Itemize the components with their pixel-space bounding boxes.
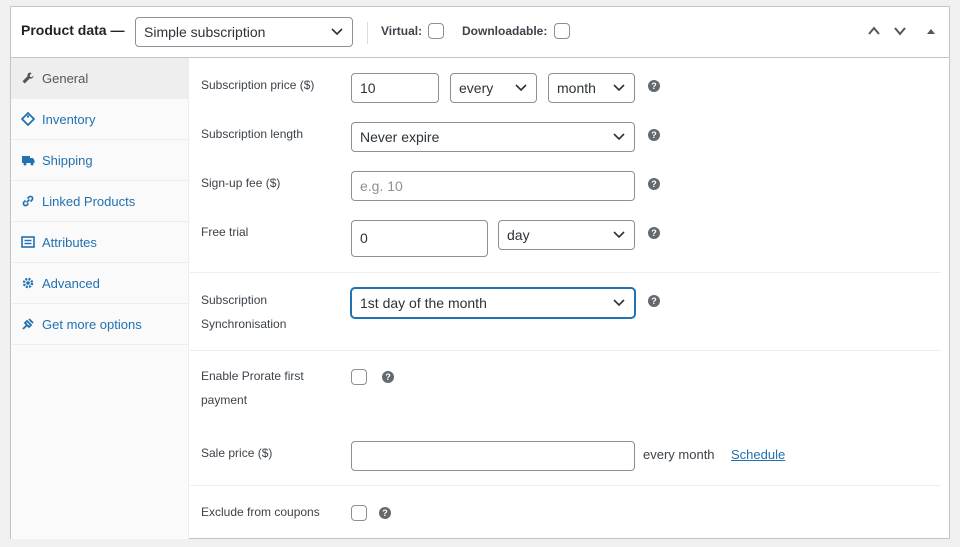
chevron-down-icon <box>613 299 625 307</box>
signup-fee-label: Sign-up fee ($) <box>201 176 281 190</box>
tab-get-more-options[interactable]: Get more options <box>11 304 188 345</box>
help-icon[interactable]: ? <box>648 227 660 239</box>
chevron-down-icon <box>613 133 625 141</box>
panel-header: Product data — Simple subscription Virtu… <box>11 7 949 58</box>
free-trial-label: Free trial <box>201 225 249 239</box>
subscription-price-value: 10 <box>360 80 376 96</box>
billing-interval-value: every <box>459 80 494 96</box>
prorate-checkbox[interactable] <box>351 369 367 385</box>
signup-fee-placeholder: e.g. 10 <box>360 178 403 194</box>
free-trial-value: 0 <box>360 230 368 246</box>
move-down-icon[interactable] <box>893 25 907 37</box>
help-icon[interactable]: ? <box>648 129 660 141</box>
chevron-down-icon <box>331 28 343 36</box>
tag-icon <box>21 112 35 126</box>
tab-label: Get more options <box>42 317 142 332</box>
free-trial-period-select[interactable]: day <box>498 220 635 250</box>
free-trial-period-value: day <box>507 227 530 243</box>
list-icon <box>21 236 35 248</box>
gear-icon <box>22 277 34 289</box>
tab-label: Linked Products <box>42 194 136 209</box>
product-type-select[interactable]: Simple subscription <box>135 17 353 47</box>
plugin-icon <box>22 318 34 330</box>
tab-label: Attributes <box>42 235 97 250</box>
virtual-label: Virtual: <box>381 24 423 38</box>
free-trial-input[interactable]: 0 <box>351 220 488 257</box>
billing-interval-select[interactable]: every <box>450 73 537 103</box>
tab-label: Advanced <box>42 276 100 291</box>
tab-general[interactable]: General <box>11 58 188 99</box>
tab-inventory[interactable]: Inventory <box>11 99 188 140</box>
signup-fee-input[interactable]: e.g. 10 <box>351 171 635 201</box>
panel-title: Product data — <box>21 22 125 38</box>
sync-label-line1: Subscription <box>201 293 268 307</box>
sync-select[interactable]: 1st day of the month <box>351 288 635 318</box>
subscription-length-label: Subscription length <box>201 127 304 141</box>
exclude-coupons-checkbox[interactable] <box>351 505 367 521</box>
exclude-coupons-label: Exclude from coupons <box>201 505 320 519</box>
prorate-label-line2: payment <box>201 393 248 407</box>
product-type-value: Simple subscription <box>144 24 266 40</box>
product-data-tabs: General Inventory Shipping Linked Produc… <box>11 58 189 539</box>
wrench-icon <box>22 72 34 84</box>
section-divider <box>190 272 941 273</box>
sync-value: 1st day of the month <box>360 295 487 311</box>
section-divider <box>190 350 941 351</box>
move-up-icon[interactable] <box>867 25 881 37</box>
subscription-length-value: Never expire <box>360 129 440 145</box>
downloadable-checkbox[interactable] <box>554 23 570 39</box>
chevron-down-icon <box>515 84 527 92</box>
subscription-price-input[interactable]: 10 <box>351 73 439 103</box>
header-divider <box>367 22 368 44</box>
tab-advanced[interactable]: Advanced <box>11 263 188 304</box>
billing-period-select[interactable]: month <box>548 73 635 103</box>
truck-icon <box>22 156 35 166</box>
subscription-length-select[interactable]: Never expire <box>351 122 635 152</box>
chevron-down-icon <box>613 84 625 92</box>
tab-linked-products[interactable]: Linked Products <box>11 181 188 222</box>
help-icon[interactable]: ? <box>382 371 394 383</box>
help-icon[interactable]: ? <box>648 80 660 92</box>
virtual-checkbox[interactable] <box>428 23 444 39</box>
sync-label-line2: Synchronisation <box>201 317 287 331</box>
link-icon <box>22 195 34 207</box>
chevron-down-icon <box>613 231 625 239</box>
help-icon[interactable]: ? <box>648 295 660 307</box>
billing-period-value: month <box>557 80 596 96</box>
tab-label: General <box>42 71 89 86</box>
prorate-label-line1: Enable Prorate first <box>201 369 304 383</box>
downloadable-label: Downloadable: <box>462 24 548 38</box>
schedule-link[interactable]: Schedule <box>731 447 785 462</box>
subscription-price-label: Subscription price ($) <box>201 78 315 92</box>
product-data-panel: Product data — Simple subscription Virtu… <box>10 6 950 539</box>
sale-price-suffix: every month <box>643 447 715 462</box>
tab-label: Shipping <box>42 153 93 168</box>
sale-price-label: Sale price ($) <box>201 446 273 460</box>
collapse-toggle-icon[interactable] <box>925 25 937 37</box>
tab-shipping[interactable]: Shipping <box>11 140 188 181</box>
help-icon[interactable]: ? <box>379 507 391 519</box>
section-divider <box>190 485 941 486</box>
help-icon[interactable]: ? <box>648 178 660 190</box>
sale-price-input[interactable] <box>351 441 635 471</box>
tab-label: Inventory <box>42 112 96 127</box>
tab-attributes[interactable]: Attributes <box>11 222 188 263</box>
